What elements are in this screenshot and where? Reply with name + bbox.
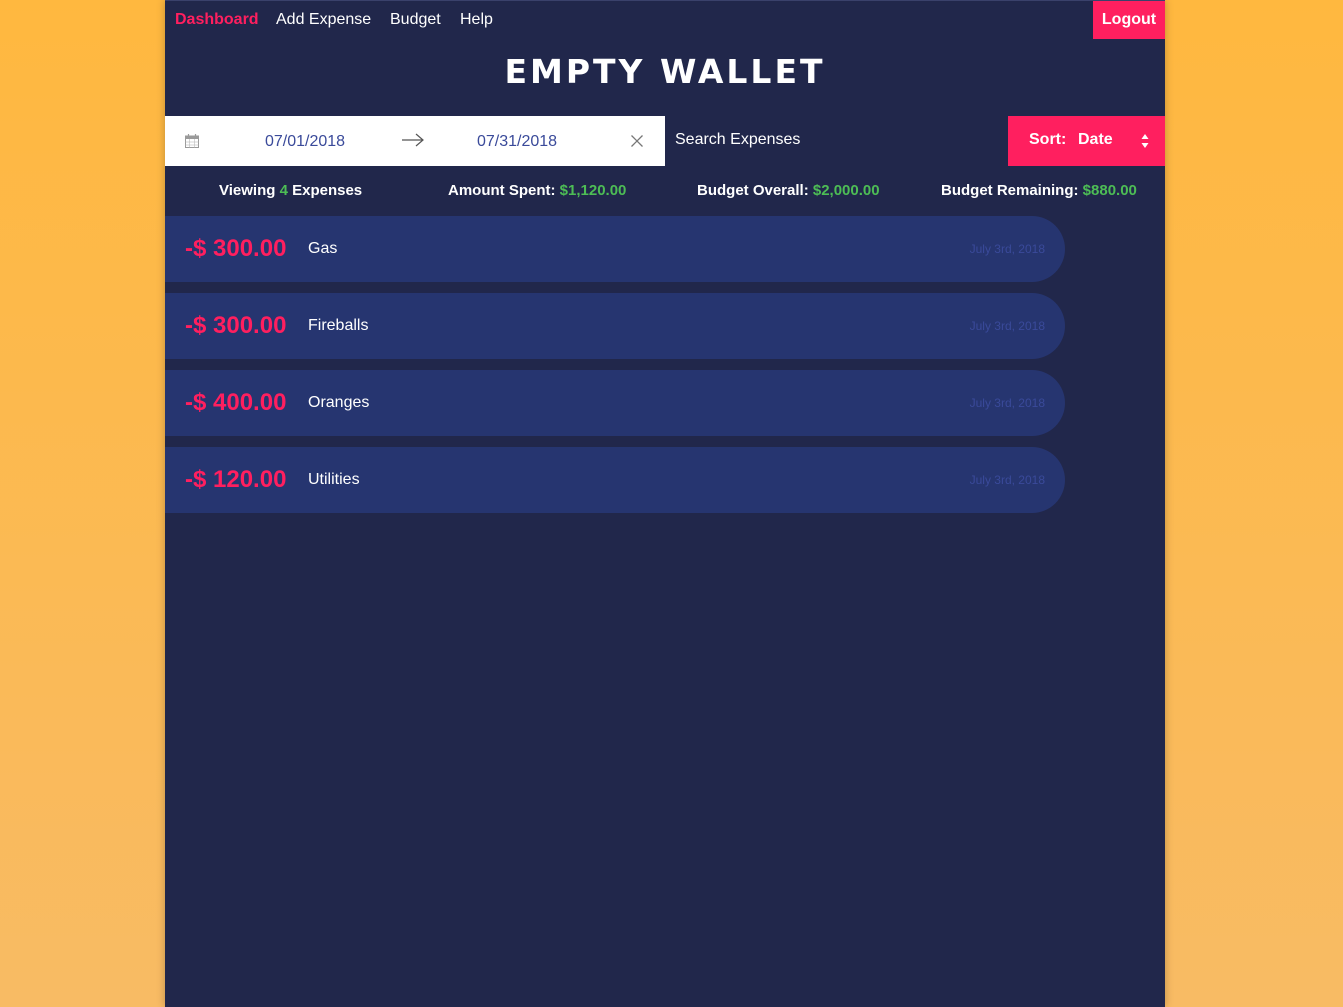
budget-overall: Budget Overall: $2,000.00 <box>697 166 880 216</box>
expense-amount: -$ 120.00 <box>185 466 287 493</box>
budget-remaining-value: $880.00 <box>1082 182 1137 199</box>
expense-date: July 3rd, 2018 <box>969 396 1045 410</box>
expense-amount: -$ 400.00 <box>185 389 287 416</box>
viewing-prefix: Viewing <box>219 182 276 199</box>
expense-item[interactable]: -$ 400.00 Oranges July 3rd, 2018 <box>165 370 1065 436</box>
nav-dashboard[interactable]: Dashboard <box>175 1 259 39</box>
expense-amount: -$ 300.00 <box>185 235 287 262</box>
sort-label: Sort: <box>1029 131 1067 148</box>
sort-value: Date <box>1078 131 1113 148</box>
expense-summary: Viewing 4 Expenses Amount Spent: $1,120.… <box>165 166 1165 216</box>
budget-remaining: Budget Remaining: $880.00 <box>941 166 1137 216</box>
expense-description: Fireballs <box>308 317 369 334</box>
expense-date: July 3rd, 2018 <box>969 319 1045 333</box>
logout-button[interactable]: Logout <box>1093 1 1165 39</box>
expense-list: -$ 300.00 Gas July 3rd, 2018 -$ 300.00 F… <box>165 216 1065 524</box>
expense-amount: -$ 300.00 <box>185 312 287 339</box>
top-nav: Dashboard Add Expense Budget Help Logout <box>165 0 1165 39</box>
page-title: EMPTY WALLET <box>504 52 826 91</box>
expense-item[interactable]: -$ 300.00 Fireballs July 3rd, 2018 <box>165 293 1065 359</box>
close-icon[interactable] <box>631 135 643 147</box>
viewing-count-value: 4 <box>279 182 288 199</box>
sort-select[interactable]: Sort: Date <box>1008 116 1165 166</box>
amount-spent: Amount Spent: $1,120.00 <box>448 166 626 216</box>
viewing-suffix: Expenses <box>292 182 363 199</box>
expense-description: Oranges <box>308 394 370 411</box>
calendar-icon[interactable] <box>185 134 199 148</box>
date-range-picker: 07/01/2018 07/31/2018 <box>165 116 665 166</box>
expense-item[interactable]: -$ 120.00 Utilities July 3rd, 2018 <box>165 447 1065 513</box>
search-input[interactable]: Search Expenses <box>665 116 1008 166</box>
nav-help[interactable]: Help <box>460 1 493 39</box>
expense-date: July 3rd, 2018 <box>969 473 1045 487</box>
expense-item[interactable]: -$ 300.00 Gas July 3rd, 2018 <box>165 216 1065 282</box>
budget-overall-value: $2,000.00 <box>812 182 880 199</box>
budget-overall-label: Budget Overall: <box>697 182 809 199</box>
amount-spent-label: Amount Spent: <box>448 182 556 199</box>
nav-add-expense[interactable]: Add Expense <box>276 1 371 39</box>
expense-date: July 3rd, 2018 <box>969 242 1045 256</box>
amount-spent-value: $1,120.00 <box>559 182 627 199</box>
viewing-count: Viewing 4 Expenses <box>219 166 362 216</box>
arrow-right-icon <box>402 133 424 147</box>
nav-budget[interactable]: Budget <box>390 1 441 39</box>
sort-caret-icon <box>1141 134 1149 148</box>
start-date-input[interactable]: 07/01/2018 <box>225 116 385 166</box>
expense-description: Utilities <box>308 471 360 488</box>
filter-bar: 07/01/2018 07/31/2018 Search Expenses So… <box>165 116 1165 166</box>
budget-remaining-label: Budget Remaining: <box>941 182 1079 199</box>
expense-description: Gas <box>308 240 338 257</box>
app-container: Dashboard Add Expense Budget Help Logout… <box>165 0 1165 1007</box>
end-date-input[interactable]: 07/31/2018 <box>437 116 597 166</box>
